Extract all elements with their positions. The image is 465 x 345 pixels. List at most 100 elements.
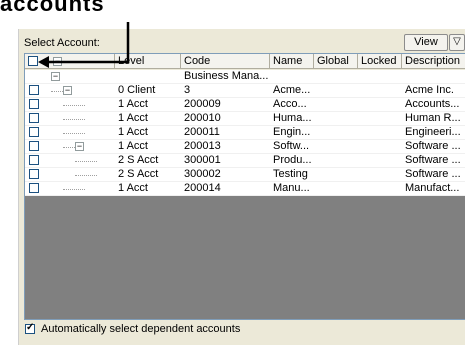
cell-global bbox=[314, 98, 358, 111]
cell-name: Acco... bbox=[273, 98, 307, 110]
cell-description: Software ... bbox=[405, 154, 461, 166]
view-button[interactable]: View bbox=[404, 34, 448, 51]
cell-description: Acme Inc. bbox=[405, 84, 454, 96]
cell-locked bbox=[358, 126, 402, 139]
row-checkbox[interactable] bbox=[29, 99, 39, 109]
cell-level: 1 Acct bbox=[118, 182, 148, 194]
grid-rows: − Business Mana... − 0 Client 3 Acme... Acme I… bbox=[25, 70, 465, 196]
cell-locked bbox=[358, 140, 402, 153]
cell-locked bbox=[358, 98, 402, 111]
auto-select-checkbox[interactable] bbox=[25, 322, 35, 334]
table-row[interactable]: 2 S Acct 300001 Produ... Software ... bbox=[25, 154, 465, 168]
collapse-icon[interactable]: − bbox=[51, 72, 60, 81]
header-code[interactable]: Code bbox=[181, 54, 270, 69]
cell-name: Testing bbox=[273, 168, 308, 180]
select-account-panel: Select Account: View ▽ − Level Code Name… bbox=[18, 29, 465, 345]
tree-connector bbox=[75, 161, 97, 162]
cell-global bbox=[314, 182, 358, 195]
callout-caption: accounts bbox=[0, 0, 105, 16]
cell-code: 200010 bbox=[184, 112, 221, 124]
table-row[interactable]: − Business Mana... bbox=[25, 70, 465, 84]
collapse-icon[interactable]: − bbox=[75, 142, 84, 151]
cell-code: 200014 bbox=[184, 182, 221, 194]
header-expand-icon[interactable]: − bbox=[53, 57, 62, 66]
cell-locked bbox=[358, 154, 402, 167]
table-row[interactable]: 1 Acct 200010 Huma... Human R... bbox=[25, 112, 465, 126]
cell-code: 300001 bbox=[184, 154, 221, 166]
filter-button[interactable]: ▽ bbox=[449, 34, 465, 51]
tree-connector bbox=[63, 119, 85, 120]
accounts-grid[interactable]: − Level Code Name Global Locked Descript… bbox=[24, 53, 465, 320]
table-row[interactable]: 2 S Acct 300002 Testing Software ... bbox=[25, 168, 465, 182]
row-checkbox[interactable] bbox=[29, 113, 39, 123]
cell-global bbox=[314, 84, 358, 97]
tree-connector bbox=[51, 91, 63, 92]
tree-connector bbox=[63, 105, 85, 106]
cell-locked bbox=[358, 112, 402, 125]
header-level[interactable]: Level bbox=[115, 54, 181, 69]
cell-global bbox=[314, 140, 358, 153]
cell-code: 300002 bbox=[184, 168, 221, 180]
cell-level: 1 Acct bbox=[118, 126, 148, 138]
grid-header: − Level Code Name Global Locked Descript… bbox=[25, 54, 465, 70]
row-checkbox[interactable] bbox=[29, 183, 39, 193]
tree-connector bbox=[63, 189, 85, 190]
cell-name: Engin... bbox=[273, 126, 311, 138]
cell-global bbox=[314, 154, 358, 167]
header-locked[interactable]: Locked bbox=[358, 54, 402, 69]
cell-level: 1 Acct bbox=[118, 98, 148, 110]
cell-name: Softw... bbox=[273, 140, 310, 152]
header-description[interactable]: Description bbox=[402, 54, 465, 69]
cell-code: 200011 bbox=[184, 126, 220, 138]
header-global[interactable]: Global bbox=[314, 54, 358, 69]
cell-description: Manufact... bbox=[405, 182, 460, 194]
cell-global bbox=[314, 70, 358, 83]
cell-level: 2 S Acct bbox=[118, 154, 159, 166]
cell-global bbox=[314, 126, 358, 139]
cell-name bbox=[270, 70, 314, 83]
cell-locked bbox=[358, 182, 402, 195]
auto-select-label: Automatically select dependent accounts bbox=[41, 323, 241, 335]
table-row[interactable]: 1 Acct 200014 Manu... Manufact... bbox=[25, 182, 465, 196]
tree-connector bbox=[63, 133, 85, 134]
cell-level bbox=[115, 70, 181, 83]
cell-locked bbox=[358, 84, 402, 97]
header-name[interactable]: Name bbox=[270, 54, 314, 69]
cell-description: Accounts... bbox=[405, 98, 460, 110]
cell-code: Business Mana... bbox=[184, 70, 269, 82]
cell-code: 3 bbox=[184, 84, 191, 96]
filter-funnel-icon: ▽ bbox=[453, 36, 461, 47]
row-checkbox[interactable] bbox=[29, 85, 39, 95]
cell-description: Engineeri... bbox=[405, 126, 461, 138]
row-checkbox[interactable] bbox=[29, 141, 39, 151]
cell-level: 2 S Acct bbox=[118, 168, 159, 180]
cell-name: Produ... bbox=[273, 154, 312, 166]
table-row[interactable]: 1 Acct 200009 Acco... Accounts... bbox=[25, 98, 465, 112]
cell-code: 200013 bbox=[184, 140, 221, 152]
cell-description: Software ... bbox=[405, 140, 461, 152]
cell-level: 1 Acct bbox=[118, 112, 148, 124]
select-account-label: Select Account: bbox=[24, 37, 100, 49]
cell-global bbox=[314, 168, 358, 181]
cell-locked bbox=[358, 168, 402, 181]
cell-name: Manu... bbox=[273, 182, 310, 194]
row-checkbox[interactable] bbox=[29, 155, 39, 165]
cell-description: Human R... bbox=[405, 112, 461, 124]
cell-name: Huma... bbox=[273, 112, 312, 124]
table-row[interactable]: 1 Acct 200011 Engin... Engineeri... bbox=[25, 126, 465, 140]
cell-name: Acme... bbox=[273, 84, 311, 96]
cell-global bbox=[314, 112, 358, 125]
row-checkbox[interactable] bbox=[29, 127, 39, 137]
header-check-column[interactable]: − bbox=[25, 54, 115, 69]
table-row[interactable]: − 0 Client 3 Acme... Acme Inc. bbox=[25, 84, 465, 98]
cell-description bbox=[402, 70, 465, 83]
table-row[interactable]: − 1 Acct 200013 Softw... Software ... bbox=[25, 140, 465, 154]
header-select-all-checkbox[interactable] bbox=[28, 56, 38, 66]
tree-connector bbox=[75, 175, 97, 176]
cell-locked bbox=[358, 70, 402, 83]
cell-level: 1 Acct bbox=[118, 140, 148, 152]
row-checkbox[interactable] bbox=[29, 169, 39, 179]
collapse-icon[interactable]: − bbox=[63, 86, 72, 95]
cell-code: 200009 bbox=[184, 98, 221, 110]
cell-level: 0 Client bbox=[118, 84, 156, 96]
